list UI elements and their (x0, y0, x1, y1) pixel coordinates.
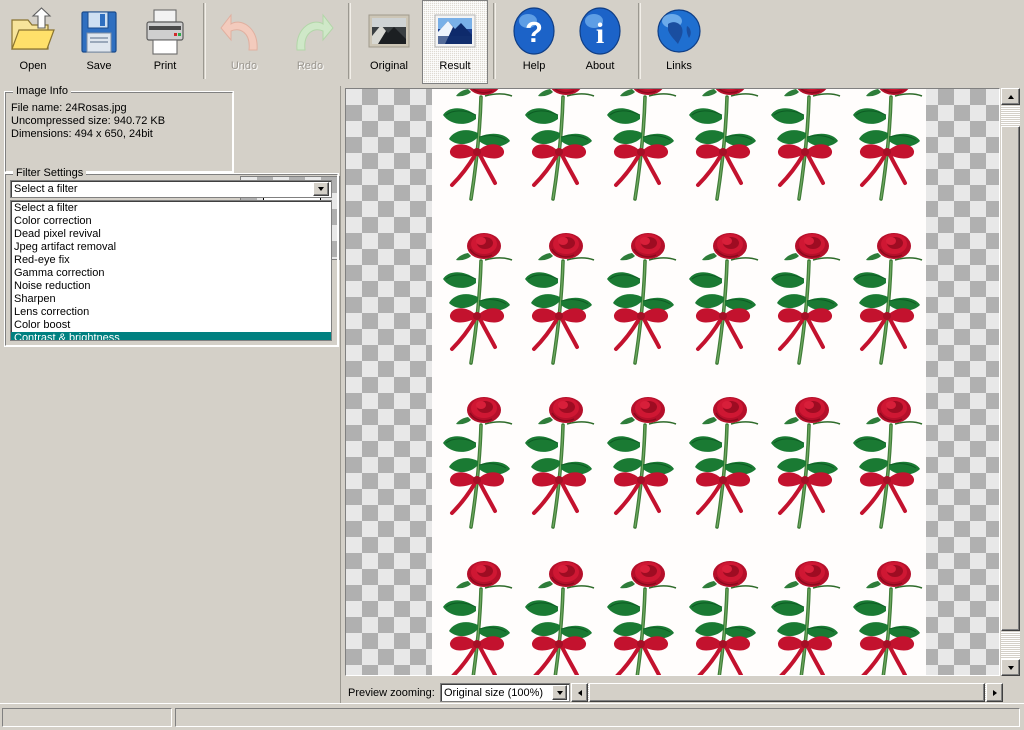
svg-text:i: i (596, 17, 604, 50)
image-preview-canvas[interactable] (345, 88, 1000, 676)
undo-arrow-icon (219, 6, 269, 58)
image-info-uncompressed-size: Uncompressed size: 940.72 KB (11, 115, 166, 127)
floppy-disk-icon (74, 6, 124, 58)
filter-list-item[interactable]: Color boost (11, 319, 331, 332)
filter-list-item[interactable]: Color correction (11, 215, 331, 228)
open-button[interactable]: Open (0, 0, 66, 84)
help-button[interactable]: ? Help (501, 0, 567, 84)
preview-horizontal-scrollbar[interactable] (571, 683, 1003, 702)
filter-select-combobox[interactable]: Select a filter (10, 180, 332, 198)
preview-vertical-scrollbar[interactable] (1001, 88, 1020, 676)
scroll-up-button[interactable] (1001, 88, 1020, 105)
original-view-button-label: Original (370, 60, 408, 72)
about-button[interactable]: i About (567, 0, 633, 84)
toolbar-separator-2 (348, 3, 351, 79)
filter-list-items: Select a filter Color correction Dead pixe… (11, 201, 331, 340)
save-button-label: Save (86, 60, 112, 72)
filter-list-item[interactable]: Lens correction (11, 306, 331, 319)
scroll-right-button[interactable] (986, 683, 1003, 702)
chevron-down-icon[interactable] (552, 685, 567, 700)
svg-text:?: ? (525, 17, 543, 49)
photo-original-icon (364, 6, 414, 58)
preview-region: Preview zooming: Original size (100%) (342, 86, 1024, 703)
filter-list-item[interactable]: Sharpen (11, 293, 331, 306)
original-view-button[interactable]: Original (356, 0, 422, 84)
links-button-label: Links (666, 60, 692, 72)
save-button[interactable]: Save (66, 0, 132, 84)
image-info-filename: File name: 24Rosas.jpg (11, 102, 127, 114)
status-bar-pane-2 (175, 708, 1020, 727)
filter-list-item[interactable]: Contrast & brightness (11, 332, 331, 340)
preview-zooming-label: Preview zooming: (348, 687, 435, 699)
status-bar-pane-1 (2, 708, 172, 727)
scroll-down-button[interactable] (1001, 659, 1020, 676)
image-info-text-block: File name: 24Rosas.jpg Uncompressed size… (11, 102, 165, 141)
filter-settings-title: Filter Settings (13, 167, 87, 179)
print-button-label: Print (153, 60, 177, 72)
filter-list-box[interactable]: Select a filter Color correction Dead pixe… (10, 200, 332, 341)
preview-zoom-combobox[interactable]: Original size (100%) (440, 683, 570, 702)
folder-open-icon (8, 6, 58, 58)
filter-list-item[interactable]: Gamma correction (11, 267, 331, 280)
filter-list-item[interactable]: Jpeg artifact removal (11, 241, 331, 254)
status-bar (0, 703, 1024, 730)
globe-icon (654, 6, 704, 58)
preview-image-roses (432, 89, 926, 675)
horizontal-scrollbar-thumb[interactable] (589, 683, 985, 702)
filter-list-item[interactable]: Select a filter (11, 202, 331, 215)
left-settings-panel: Image Info File name: 24Rosas.jpg Uncomp… (0, 85, 341, 703)
undo-button-label: Undo (230, 60, 258, 72)
result-view-button[interactable]: Result (422, 0, 488, 84)
question-mark-icon: ? (509, 6, 559, 58)
chevron-down-icon[interactable] (313, 182, 329, 196)
image-info-title: Image Info (13, 85, 71, 97)
redo-button[interactable]: Redo (277, 0, 343, 84)
image-info-groupbox: Image Info File name: 24Rosas.jpg Uncomp… (4, 85, 234, 173)
preview-zoom-value: Original size (100%) (444, 686, 544, 699)
print-button[interactable]: Print (132, 0, 198, 84)
result-view-button-label: Result (439, 60, 471, 72)
main-toolbar: Open Save Print Undo Redo Original Resul… (0, 0, 1024, 86)
toolbar-separator-3 (493, 3, 496, 79)
redo-arrow-icon (285, 6, 335, 58)
filter-select-combobox-value: Select a filter (14, 183, 78, 195)
photo-result-icon (430, 6, 480, 58)
filter-list-item[interactable]: Red-eye fix (11, 254, 331, 267)
toolbar-separator-4 (638, 3, 641, 79)
about-button-label: About (585, 60, 615, 72)
printer-icon (140, 6, 190, 58)
image-info-dimensions: Dimensions: 494 x 650, 24bit (11, 128, 153, 140)
info-icon: i (575, 6, 625, 58)
open-button-label: Open (19, 60, 47, 72)
links-button[interactable]: Links (646, 0, 712, 84)
redo-button-label: Redo (296, 60, 324, 72)
scroll-left-button[interactable] (571, 683, 588, 702)
undo-button[interactable]: Undo (211, 0, 277, 84)
image-filter-app-window: Open Save Print Undo Redo Original Resul… (0, 0, 1024, 730)
vertical-scrollbar-thumb[interactable] (1001, 126, 1020, 631)
filter-list-item[interactable]: Noise reduction (11, 280, 331, 293)
filter-settings-groupbox: Filter Settings Select a filter Select a… (4, 167, 339, 347)
filter-list-item[interactable]: Dead pixel revival (11, 228, 331, 241)
help-button-label: Help (522, 60, 546, 72)
toolbar-separator-1 (203, 3, 206, 79)
